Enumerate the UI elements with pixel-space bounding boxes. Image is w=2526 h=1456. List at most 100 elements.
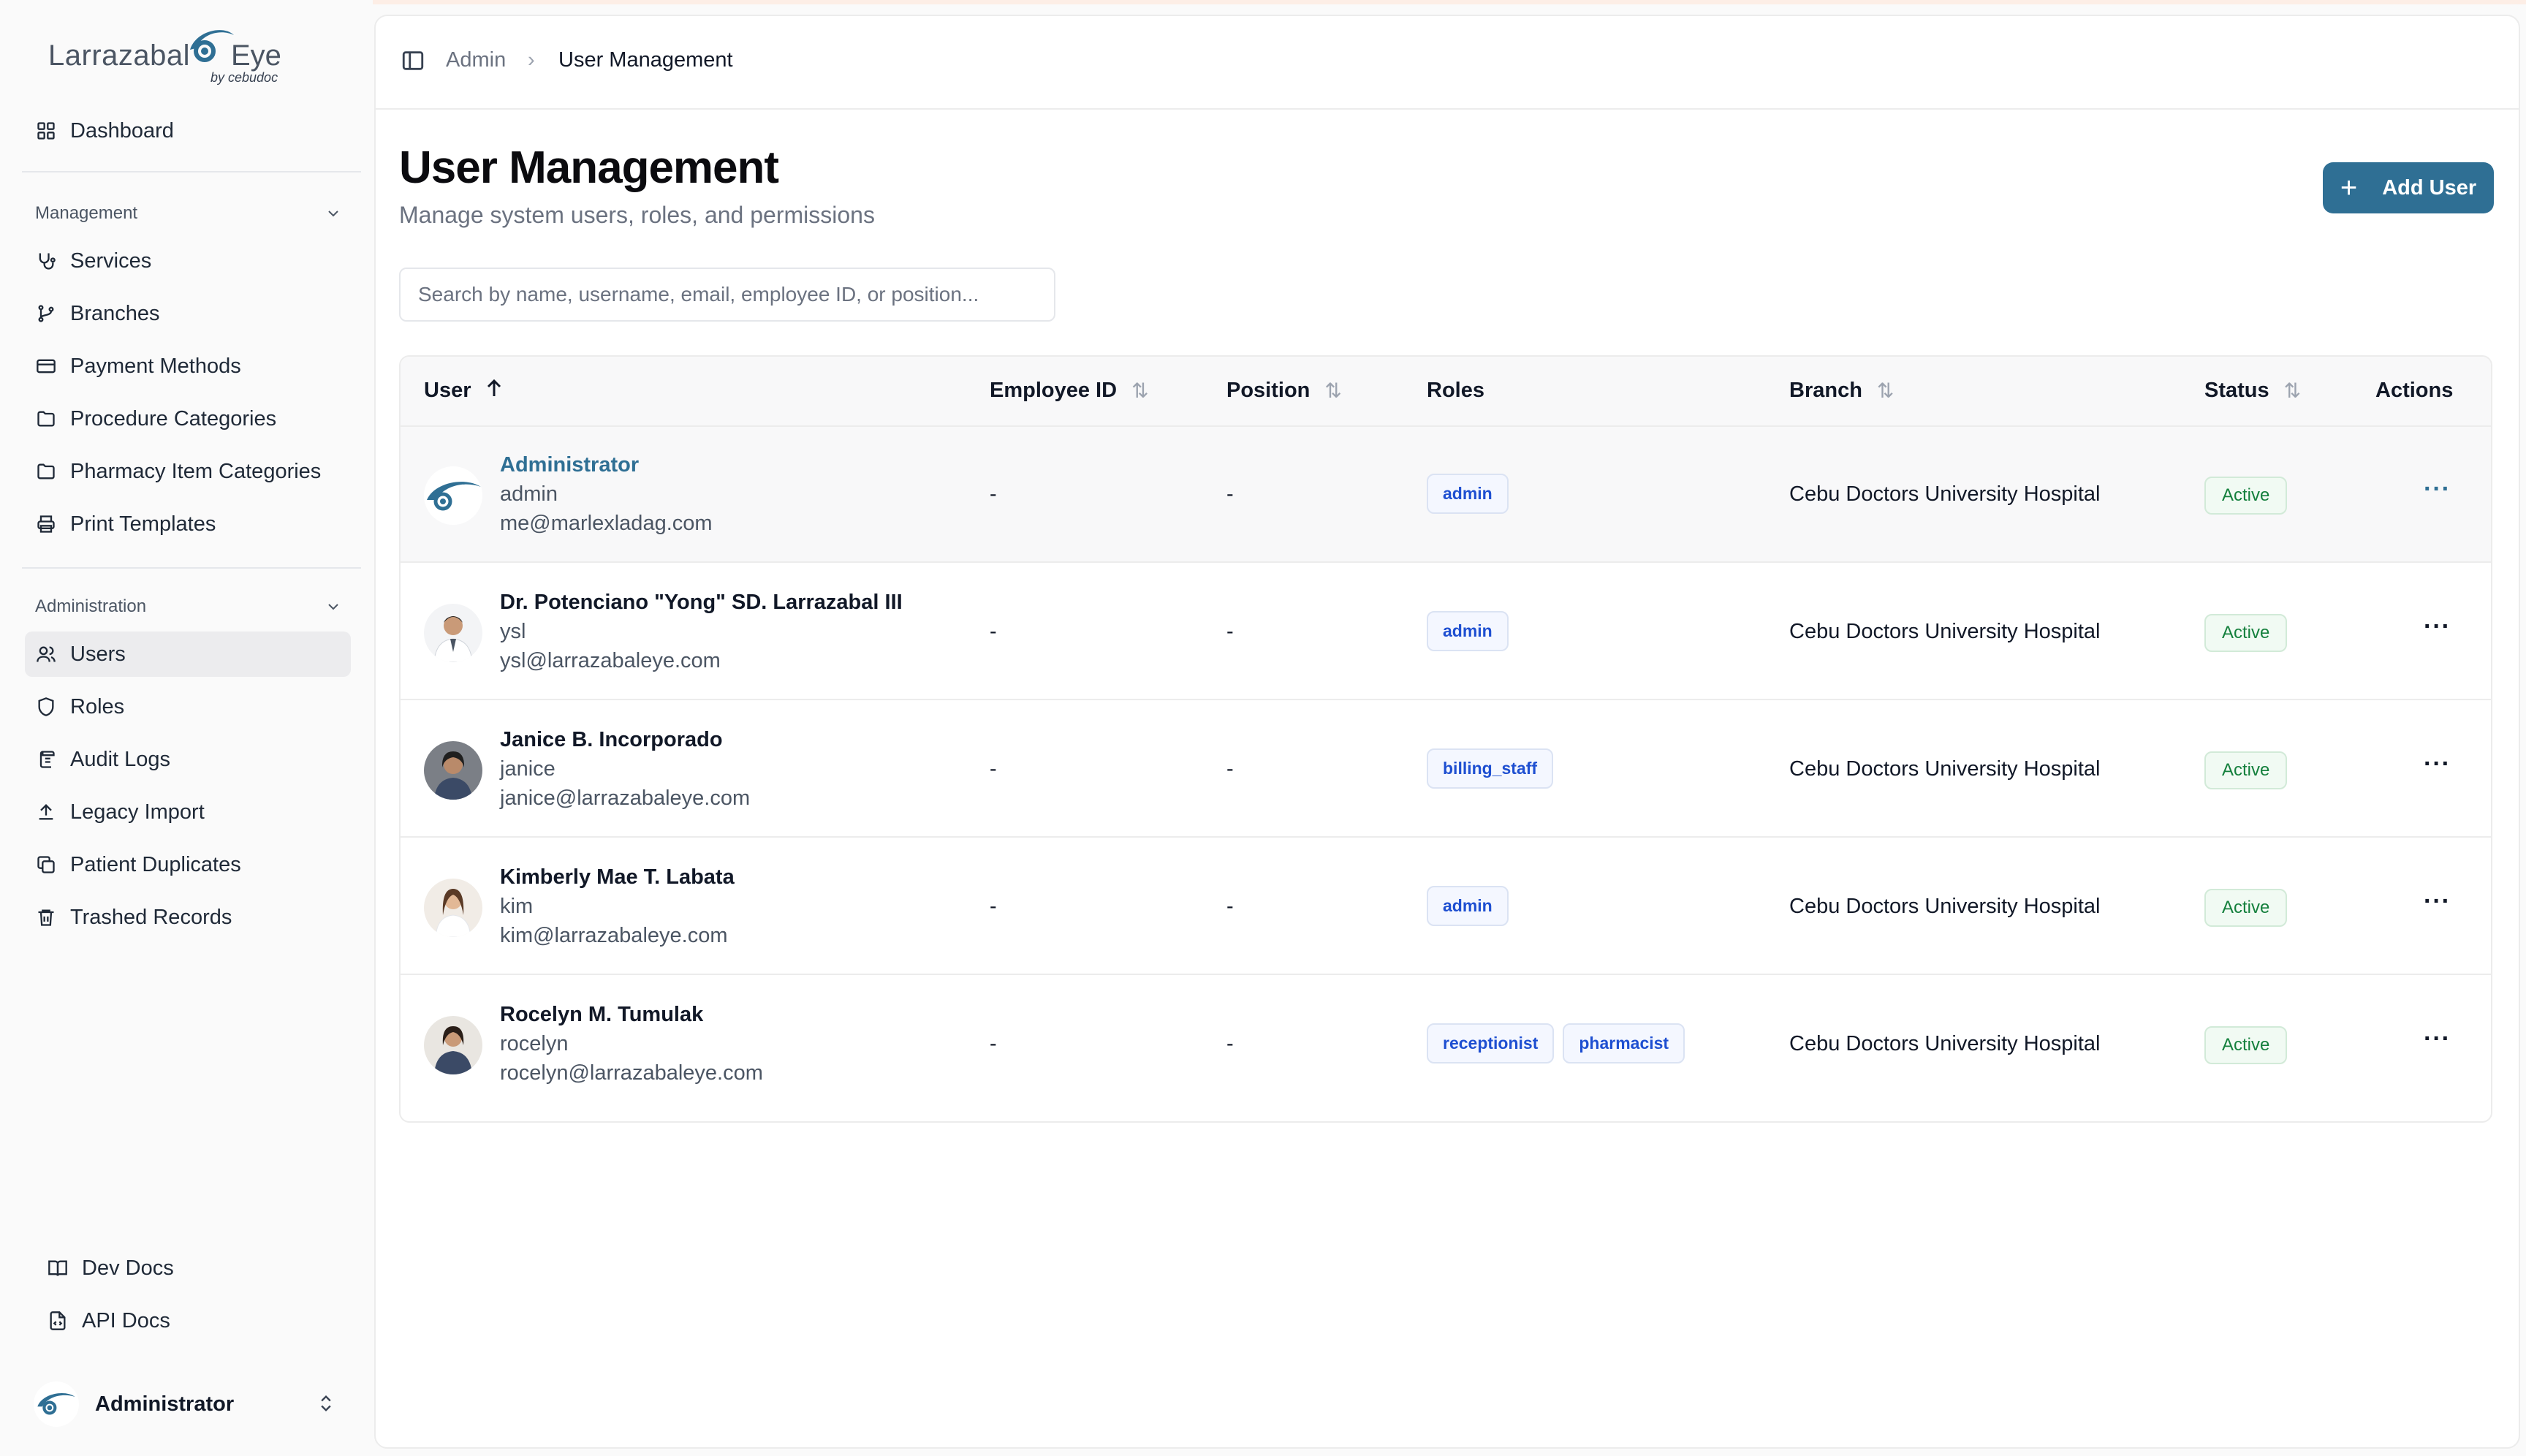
position-cell: -	[1226, 620, 1234, 643]
chevrons-up-down-icon	[321, 1395, 331, 1411]
user-name[interactable]: Janice B. Incorporado	[500, 728, 723, 752]
sidebar-divider	[22, 171, 361, 172]
shield-icon	[35, 696, 57, 718]
table-row[interactable]: Administrator admin me@marlexladag.com -…	[401, 427, 2491, 563]
more-actions-icon[interactable]: ···	[2424, 750, 2451, 778]
sidebar-item-pharmacy-item-categories[interactable]: Pharmacy Item Categories	[25, 449, 351, 494]
sidebar-item-legacy-import[interactable]: Legacy Import	[25, 789, 351, 835]
column-label: Actions	[2375, 379, 2454, 402]
more-actions-icon[interactable]: ···	[2424, 613, 2451, 641]
sidebar-item-services[interactable]: Services	[25, 238, 351, 284]
copy-icon	[35, 854, 57, 876]
table-row[interactable]: Kimberly Mae T. Labata kim kim@larrazaba…	[401, 839, 2491, 975]
printer-icon	[35, 513, 57, 535]
chevron-down-icon	[328, 211, 338, 217]
section-label: Management	[35, 203, 138, 223]
status-badge: Active	[2204, 614, 2288, 652]
sidebar-item-roles[interactable]: Roles	[25, 684, 351, 729]
brand-name-right: Eye	[231, 39, 281, 72]
top-accent-line	[0, 0, 2526, 4]
column-label: Position	[1226, 379, 1311, 402]
user-email: janice@larrazabaleye.com	[500, 786, 751, 810]
sidebar: Larrazabal Eye by cebudoc Dashboard Mana…	[0, 0, 373, 1456]
sidebar-item-audit-logs[interactable]: Audit Logs	[25, 737, 351, 782]
table-row[interactable]: Janice B. Incorporado janice janice@larr…	[401, 702, 2491, 838]
breadcrumb-admin[interactable]: Admin	[446, 48, 506, 72]
sidebar-item-label: Branches	[70, 301, 160, 325]
brand-name-left: Larrazabal	[48, 39, 191, 72]
add-user-button[interactable]: + Add User	[2323, 162, 2494, 213]
more-actions-icon[interactable]: ···	[2424, 475, 2451, 504]
sidebar-item-label: Pharmacy Item Categories	[70, 459, 322, 483]
folder-icon	[35, 460, 57, 482]
roles-cell: admin	[1427, 611, 1509, 651]
sort-icon: ⇅	[1324, 379, 1342, 402]
column-label: Roles	[1427, 379, 1484, 402]
roles-cell: admin	[1427, 474, 1509, 514]
sidebar-item-dashboard[interactable]: Dashboard	[25, 108, 351, 153]
sidebar-item-procedure-categories[interactable]: Procedure Categories	[25, 396, 351, 441]
sort-ascending-icon	[486, 379, 502, 403]
sidebar-toggle-icon[interactable]	[401, 48, 425, 73]
sidebar-item-trashed-records[interactable]: Trashed Records	[25, 895, 351, 940]
sidebar-item-dev-docs[interactable]: Dev Docs	[37, 1245, 363, 1291]
avatar	[424, 1016, 482, 1074]
sidebar-item-patient-duplicates[interactable]: Patient Duplicates	[25, 842, 351, 887]
sidebar-item-users[interactable]: Users	[25, 632, 351, 677]
sidebar-divider	[22, 567, 361, 569]
sidebar-item-branches[interactable]: Branches	[25, 291, 351, 336]
section-management-toggle[interactable]: Management	[35, 203, 342, 224]
user-menu[interactable]: Administrator	[25, 1380, 351, 1428]
plus-icon: +	[2340, 172, 2358, 204]
user-email: ysl@larrazabaleye.com	[500, 649, 721, 672]
column-header-status[interactable]: Status ⇅	[2204, 379, 2301, 403]
roles-cell: receptionist pharmacist	[1427, 1023, 1685, 1063]
column-label: Branch	[1789, 379, 1862, 402]
column-header-branch[interactable]: Branch ⇅	[1789, 379, 1894, 403]
users-table: User Employee ID ⇅ Position ⇅ Roles Bran…	[399, 355, 2492, 1123]
column-header-employee-id[interactable]: Employee ID ⇅	[990, 379, 1149, 403]
sidebar-item-api-docs[interactable]: API Docs	[37, 1298, 363, 1343]
column-header-user[interactable]: User	[424, 379, 502, 403]
header-bar: Admin › User Management	[376, 16, 2519, 110]
column-header-actions: Actions	[2375, 379, 2453, 403]
scroll-icon	[35, 748, 57, 770]
more-actions-icon[interactable]: ···	[2424, 1025, 2451, 1053]
sidebar-item-label: API Docs	[82, 1308, 170, 1332]
sort-icon: ⇅	[1876, 379, 1894, 402]
avatar	[34, 1381, 79, 1427]
table-row[interactable]: Dr. Potenciano "Yong" SD. Larrazabal III…	[401, 564, 2491, 700]
position-cell: -	[1226, 757, 1234, 781]
avatar	[424, 604, 482, 662]
dashboard-grid-icon	[35, 120, 57, 142]
sidebar-item-payment-methods[interactable]: Payment Methods	[25, 344, 351, 389]
user-username: rocelyn	[500, 1032, 569, 1055]
user-email: rocelyn@larrazabaleye.com	[500, 1061, 763, 1085]
column-header-position[interactable]: Position ⇅	[1226, 379, 1342, 403]
user-name[interactable]: Rocelyn M. Tumulak	[500, 1003, 703, 1027]
user-name-link[interactable]: Administrator	[500, 453, 639, 477]
sidebar-item-label: Legacy Import	[70, 800, 205, 824]
user-username: kim	[500, 895, 534, 918]
role-badge: admin	[1427, 611, 1509, 651]
table-row[interactable]: Rocelyn M. Tumulak rocelyn rocelyn@larra…	[401, 977, 2491, 1112]
branch-cell: Cebu Doctors University Hospital	[1789, 757, 2101, 781]
section-label: Administration	[35, 596, 147, 616]
sidebar-item-label: Dev Docs	[82, 1256, 174, 1280]
sidebar-item-print-templates[interactable]: Print Templates	[25, 501, 351, 547]
branch-cell: Cebu Doctors University Hospital	[1789, 620, 2101, 643]
user-name[interactable]: Kimberly Mae T. Labata	[500, 865, 735, 890]
user-username: admin	[500, 482, 558, 506]
role-badge: receptionist	[1427, 1023, 1555, 1063]
section-administration-toggle[interactable]: Administration	[35, 596, 342, 617]
user-email: kim@larrazabaleye.com	[500, 924, 728, 947]
role-badge: admin	[1427, 886, 1509, 926]
branch-cell: Cebu Doctors University Hospital	[1789, 1032, 2101, 1055]
employee-id-cell: -	[990, 620, 997, 643]
search-input[interactable]	[399, 268, 1055, 322]
brand-logo[interactable]: Larrazabal Eye by cebudoc	[48, 22, 297, 95]
user-name[interactable]: Dr. Potenciano "Yong" SD. Larrazabal III	[500, 591, 903, 615]
user-username: ysl	[500, 620, 526, 643]
sidebar-item-label: Dashboard	[70, 118, 174, 143]
more-actions-icon[interactable]: ···	[2424, 887, 2451, 916]
